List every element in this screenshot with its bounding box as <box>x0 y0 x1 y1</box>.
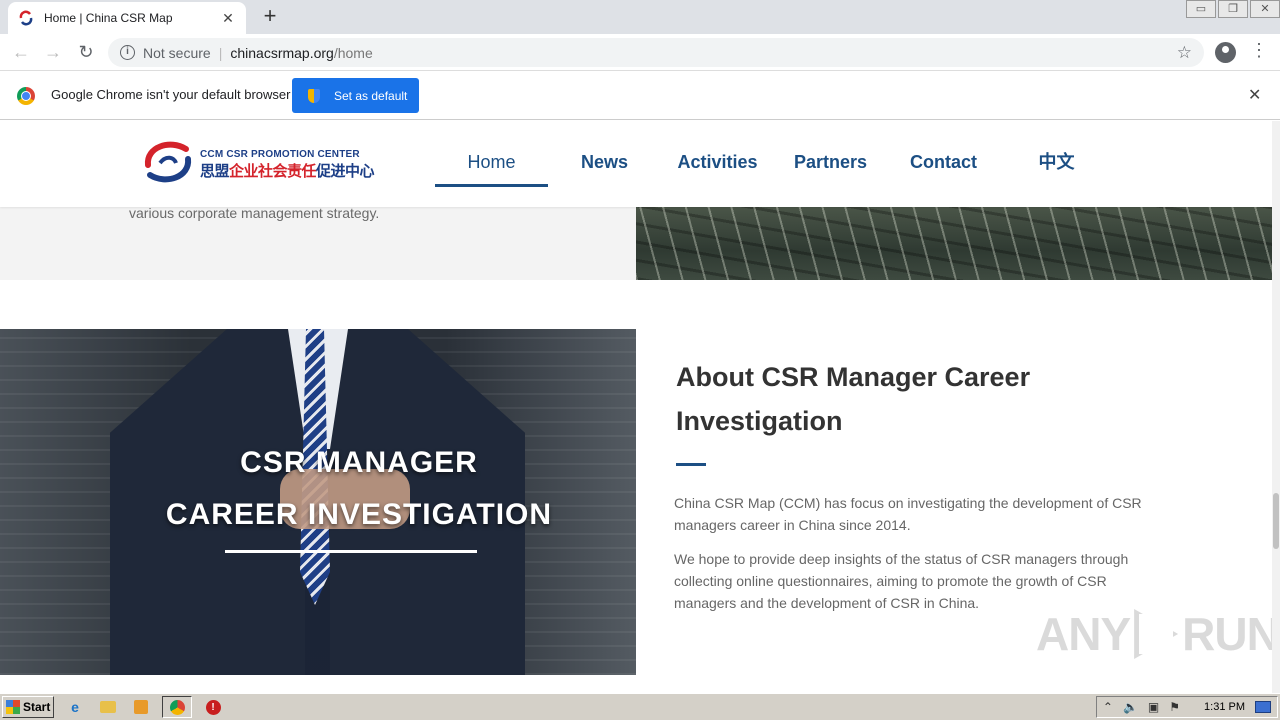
hero-title-line2: CAREER INVESTIGATION <box>165 498 553 531</box>
logo-english-text: CCM CSR PROMOTION CENTER <box>200 149 360 160</box>
chrome-menu-icon[interactable]: ⋮ <box>1250 40 1268 61</box>
infobar-close-icon[interactable]: ✕ <box>1248 85 1261 105</box>
clock[interactable]: 1:31 PM <box>1204 701 1245 713</box>
set-as-default-label: Set as default <box>334 88 408 103</box>
ccm-logo-icon <box>145 141 191 183</box>
tab-strip: Home | China CSR Map ✕ + ▭ ❐ ✕ <box>0 0 1280 34</box>
hero-title-line1: CSR MANAGER <box>240 446 478 479</box>
reload-button[interactable]: ↻ <box>74 40 98 64</box>
forward-button[interactable]: → <box>41 40 65 64</box>
chrome-taskbar-icon[interactable] <box>162 696 192 718</box>
tab-title: Home | China CSR Map <box>44 11 173 25</box>
address-separator: | <box>218 44 223 61</box>
media-player-icon[interactable] <box>129 696 153 718</box>
infobar-message: Google Chrome isn't your default browser <box>51 87 291 102</box>
nav-partners[interactable]: Partners <box>774 121 887 207</box>
watermark-left-text: ANY <box>1036 608 1131 660</box>
url-host: chinacsrmap.org <box>230 44 334 61</box>
minimize-button[interactable]: ▭ <box>1186 0 1216 18</box>
scrollbar-thumb[interactable] <box>1273 493 1279 549</box>
set-as-default-button[interactable]: Set as default <box>292 78 419 113</box>
new-tab-button[interactable]: + <box>258 4 282 28</box>
address-bar[interactable]: i Not secure | chinacsrmap.org/home ☆ <box>108 38 1204 67</box>
show-hidden-icons-icon[interactable]: ⌃ <box>1103 700 1113 714</box>
site-favicon-icon <box>19 10 33 26</box>
architecture-photo <box>636 207 1272 280</box>
stop-icon[interactable]: ! <box>201 696 225 718</box>
nav-news[interactable]: News <box>548 121 661 207</box>
play-icon <box>1134 609 1179 659</box>
action-center-flag-icon[interactable]: ⚑ <box>1169 700 1180 714</box>
window-controls: ▭ ❐ ✕ <box>1184 0 1280 18</box>
file-explorer-icon[interactable] <box>96 696 120 718</box>
tab-close-icon[interactable]: ✕ <box>220 10 236 27</box>
network-icon[interactable]: ▣ <box>1148 700 1159 714</box>
bookmark-star-icon[interactable]: ☆ <box>1177 43 1192 63</box>
internet-explorer-icon[interactable]: e <box>63 696 87 718</box>
default-browser-infobar: Google Chrome isn't your default browser… <box>0 71 1280 120</box>
about-paragraph-2: We hope to provide deep insights of the … <box>674 551 1129 611</box>
system-tray: ⌃ 🔈 ▣ ⚑ 1:31 PM <box>1095 696 1278 718</box>
profile-avatar-icon[interactable] <box>1215 42 1236 63</box>
close-window-button[interactable]: ✕ <box>1250 0 1280 18</box>
nav-chinese[interactable]: 中文 <box>1000 121 1113 207</box>
nav-home[interactable]: Home <box>435 121 548 207</box>
about-paragraph-1: China CSR Map (CCM) has focus on investi… <box>674 495 1142 533</box>
show-desktop-icon[interactable] <box>1255 701 1271 713</box>
intro-text: various corporate management strategy. <box>129 205 380 221</box>
hero-underline <box>225 550 477 553</box>
restore-button[interactable]: ❐ <box>1218 0 1248 18</box>
chrome-logo-icon <box>17 87 35 105</box>
site-header: CCM CSR PROMOTION CENTER 思盟企业社会责任促进中心 Ho… <box>0 121 1272 207</box>
start-label: Start <box>23 700 51 714</box>
uac-shield-icon <box>308 88 320 103</box>
nav-activities[interactable]: Activities <box>661 121 774 207</box>
volume-icon[interactable]: 🔈 <box>1123 700 1138 714</box>
about-heading: About CSR Manager Career Investigation <box>676 362 1031 436</box>
browser-toolbar: ← → ↻ i Not secure | chinacsrmap.org/hom… <box>0 34 1280 71</box>
site-logo[interactable]: CCM CSR PROMOTION CENTER 思盟企业社会责任促进中心 <box>140 133 375 191</box>
main-nav: Home News Activities Partners Contact 中文 <box>435 121 1113 207</box>
browser-tab[interactable]: Home | China CSR Map ✕ <box>8 2 246 34</box>
security-label: Not secure <box>143 44 211 61</box>
watermark-right-text: RUN <box>1182 608 1272 660</box>
page-scrollbar[interactable] <box>1272 121 1280 693</box>
start-button[interactable]: Start <box>2 696 54 718</box>
anyrun-watermark: ANY RUN <box>1036 607 1272 661</box>
career-investigation-banner[interactable]: CSR MANAGER CAREER INVESTIGATION <box>0 329 636 675</box>
web-page: various corporate management strategy. C… <box>0 121 1272 693</box>
nav-contact[interactable]: Contact <box>887 121 1000 207</box>
back-button[interactable]: ← <box>9 40 33 64</box>
windows-flag-icon <box>6 700 20 714</box>
about-divider <box>676 463 706 466</box>
logo-chinese-text: 思盟企业社会责任促进中心 <box>200 163 375 180</box>
url-path: /home <box>333 44 373 61</box>
windows-taskbar: Start e ! ⌃ 🔈 ▣ ⚑ 1:31 PM <box>0 693 1280 720</box>
info-icon[interactable]: i <box>120 45 135 60</box>
